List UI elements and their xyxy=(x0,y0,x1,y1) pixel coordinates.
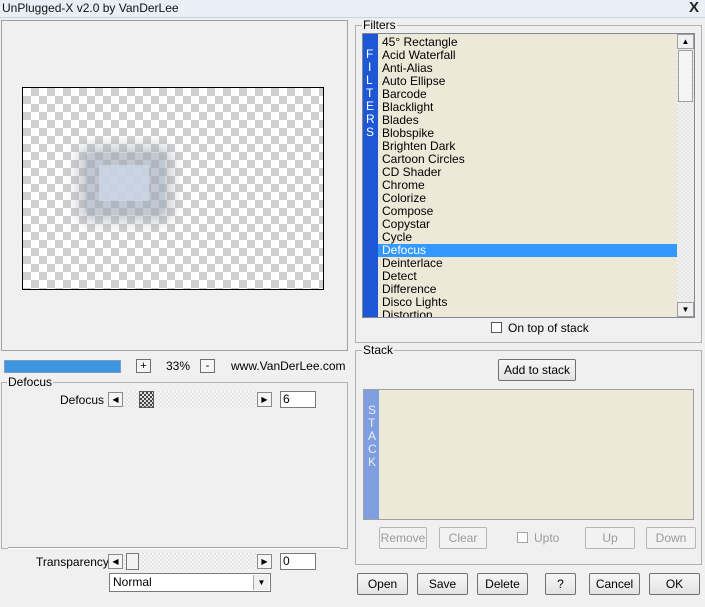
zoom-level: 33% xyxy=(166,359,191,373)
blend-mode-select[interactable]: Normal ▼ xyxy=(109,573,271,592)
zoom-out-button[interactable]: - xyxy=(200,359,215,373)
open-button[interactable]: Open xyxy=(357,573,408,595)
scroll-up-icon[interactable]: ▲ xyxy=(677,34,694,49)
upto-label: Upto xyxy=(534,531,560,545)
stack-band: S T A C K xyxy=(364,390,379,519)
clear-button[interactable]: Clear xyxy=(439,527,487,549)
scrollbar-thumb[interactable] xyxy=(678,50,693,102)
transparency-label: Transparency xyxy=(36,555,109,569)
blurred-shape-center xyxy=(99,165,149,201)
on-top-of-stack-checkbox[interactable] xyxy=(491,322,502,333)
filters-items: 45° Rectangle Acid Waterfall Anti-Alias … xyxy=(378,36,679,318)
stack-list[interactable]: S T A C K xyxy=(363,389,694,520)
params-divider xyxy=(8,547,340,549)
filters-label: Filters xyxy=(362,18,397,32)
defocus-slider-track[interactable] xyxy=(124,391,256,408)
defocus-label: Defocus xyxy=(60,393,105,407)
transparency-value-field[interactable]: 0 xyxy=(280,553,316,570)
preview-canvas[interactable] xyxy=(22,87,324,290)
filters-band-letter: S xyxy=(366,125,375,139)
progress-bar xyxy=(4,360,121,373)
add-to-stack-button[interactable]: Add to stack xyxy=(498,359,576,381)
close-icon[interactable]: X xyxy=(689,0,699,16)
upto-checkbox[interactable] xyxy=(517,532,528,543)
filters-scrollbar[interactable]: ▲ ▼ xyxy=(677,34,694,317)
save-button[interactable]: Save xyxy=(417,573,468,595)
remove-button[interactable]: Remove xyxy=(379,527,427,549)
blend-mode-value: Normal xyxy=(113,575,152,589)
zoom-in-button[interactable]: + xyxy=(136,359,151,373)
filter-item[interactable]: Deinterlace xyxy=(378,257,679,270)
window-title: UnPlugged-X v2.0 by VanDerLee xyxy=(2,1,179,15)
filters-list[interactable]: F I L T E R S 45° Rectangle Acid Waterfa… xyxy=(362,33,695,318)
cancel-button[interactable]: Cancel xyxy=(589,573,640,595)
transparency-slider-track[interactable] xyxy=(124,553,256,570)
transparency-increase-button[interactable]: ▶ xyxy=(257,554,272,569)
filters-band: F I L T E R S xyxy=(363,34,378,317)
stack-label: Stack xyxy=(362,343,395,357)
scroll-down-icon[interactable]: ▼ xyxy=(677,302,694,317)
defocus-decrease-button[interactable]: ◀ xyxy=(108,392,123,407)
on-top-of-stack-label: On top of stack xyxy=(508,321,589,335)
defocus-slider-thumb[interactable] xyxy=(139,391,154,408)
transparency-slider-thumb[interactable] xyxy=(126,553,139,570)
down-button[interactable]: Down xyxy=(646,527,696,549)
filter-params-label: Defocus xyxy=(7,375,54,389)
filter-item[interactable]: Blacklight xyxy=(378,101,679,114)
filter-item[interactable]: Copystar xyxy=(378,218,679,231)
defocus-value-field[interactable]: 6 xyxy=(280,391,316,408)
website-link[interactable]: www.VanDerLee.com xyxy=(231,359,346,373)
stack-band-letter: K xyxy=(368,455,377,469)
help-button[interactable]: ? xyxy=(545,573,576,595)
ok-button[interactable]: OK xyxy=(649,573,700,595)
filter-item[interactable]: Distortion xyxy=(378,309,679,318)
transparency-decrease-button[interactable]: ◀ xyxy=(108,554,123,569)
delete-button[interactable]: Delete xyxy=(477,573,528,595)
title-bar: UnPlugged-X v2.0 by VanDerLee X xyxy=(0,0,705,18)
defocus-increase-button[interactable]: ▶ xyxy=(257,392,272,407)
blurred-shape xyxy=(85,153,165,215)
up-button[interactable]: Up xyxy=(585,527,635,549)
chevron-down-icon[interactable]: ▼ xyxy=(253,575,269,590)
